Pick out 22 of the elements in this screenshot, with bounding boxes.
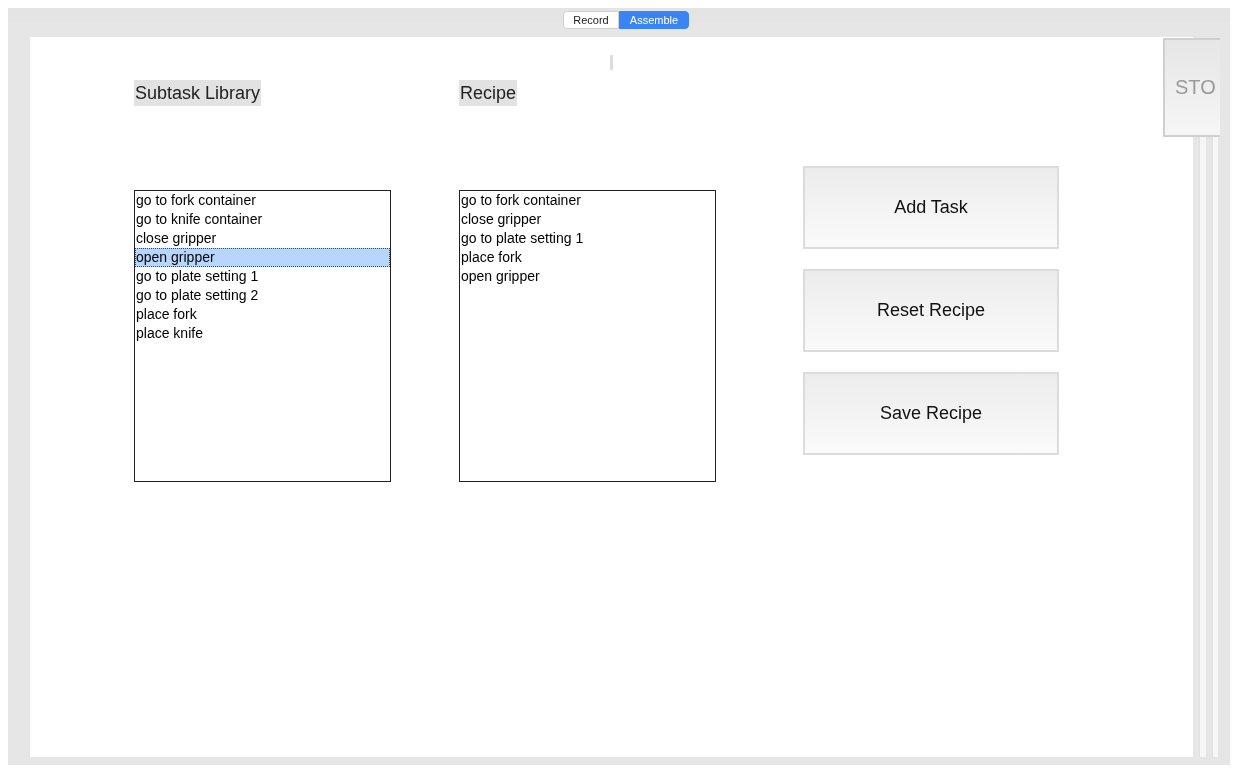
list-box[interactable]: go to fork container close gripper go to plate setting 1 place fork open gripper xyxy=(459,190,716,482)
list-item[interactable]: place knife xyxy=(135,324,390,343)
list-item[interactable]: place fork xyxy=(460,248,715,267)
action-button[interactable]: Add Task xyxy=(803,166,1059,249)
list-item[interactable]: go to fork container xyxy=(460,191,715,210)
list-box[interactable]: go to fork container go to knife container close gripper open gripper go to plate setting 1 go to plate setting 2 place fork place knife xyxy=(134,190,391,482)
list-item[interactable]: close gripper xyxy=(460,210,715,229)
list-heading: Recipe xyxy=(459,80,518,106)
list-item[interactable]: open gripper xyxy=(460,267,715,286)
tab[interactable]: Assemble xyxy=(619,11,689,29)
action-button[interactable]: Save Recipe xyxy=(803,372,1059,455)
tab[interactable]: Record xyxy=(563,11,619,29)
action-button[interactable]: Reset Recipe xyxy=(803,269,1059,352)
list-item[interactable]: go to plate setting 1 xyxy=(135,267,390,286)
list-item[interactable]: go to plate setting 1 xyxy=(460,229,715,248)
list-item[interactable]: go to knife container xyxy=(135,210,390,229)
list-item[interactable]: close gripper xyxy=(135,229,390,248)
list-item[interactable]: open gripper xyxy=(135,248,390,267)
list-item[interactable]: go to fork container xyxy=(135,191,390,210)
list-item[interactable]: place fork xyxy=(135,305,390,324)
list-item[interactable]: go to plate setting 2 xyxy=(135,286,390,305)
list-heading: Subtask Library xyxy=(134,80,262,106)
